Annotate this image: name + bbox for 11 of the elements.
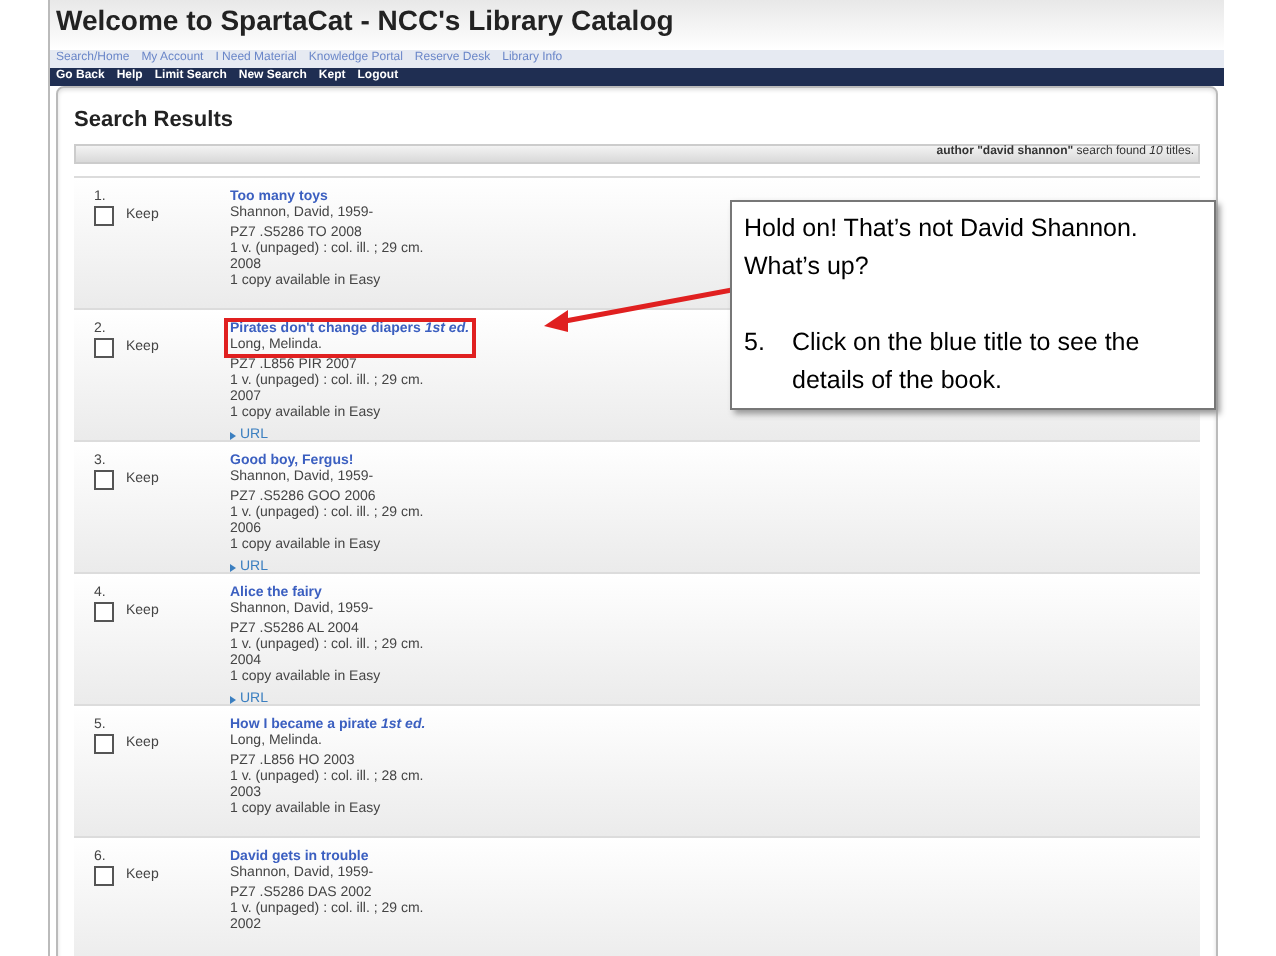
keep-checkbox[interactable] — [94, 733, 114, 753]
step-text: Click on the blue title to see the details of the book. — [792, 326, 1142, 398]
step-number: 5. — [744, 326, 767, 360]
keep-checkbox[interactable] — [94, 469, 114, 489]
keep-checkbox[interactable] — [94, 601, 114, 621]
keep-checkbox[interactable] — [94, 337, 114, 357]
page-title: Welcome to SpartaCat - NCC's Library Catalog — [56, 2, 674, 40]
keep-checkbox[interactable] — [94, 865, 114, 885]
callout-text: Hold on! That’s not David Shannon. What’s up? — [744, 212, 1140, 284]
results-heading: Search Results — [74, 106, 233, 136]
keep-checkbox[interactable] — [94, 205, 114, 225]
